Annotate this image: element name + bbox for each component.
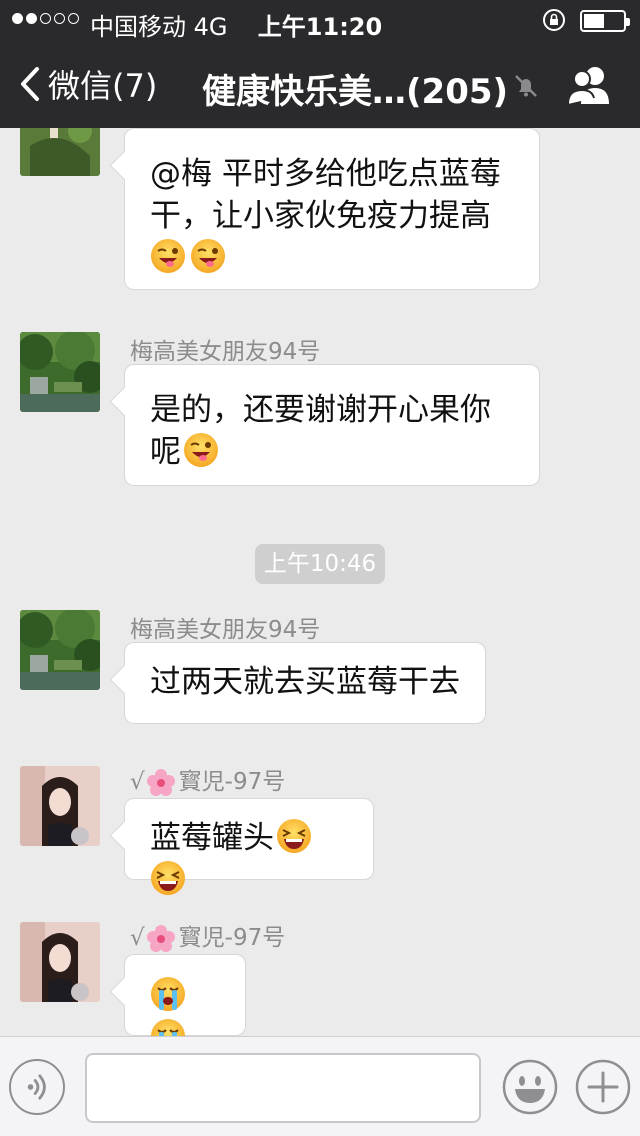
message-text-line: 过两天就去买蓝莓干去 xyxy=(150,664,460,700)
sender-name: 梅高美女朋友94号 xyxy=(130,617,321,643)
crying-emoji-icon xyxy=(150,1018,186,1036)
laugh-cry-emoji-icon xyxy=(150,860,186,896)
sender-name: 梅高美女朋友94号 xyxy=(130,339,321,365)
flower-icon xyxy=(145,924,177,954)
rotation-lock-icon xyxy=(543,9,565,31)
message-bubble[interactable]: 是的，还要谢谢开心果你 呢 xyxy=(124,364,540,486)
chevron-left-icon xyxy=(21,67,39,101)
chat-title: 健康快乐美…(205) xyxy=(202,72,509,112)
message-text-line: 干，让小家伙免疫力提高 xyxy=(150,198,491,234)
voice-input-icon[interactable] xyxy=(9,1059,65,1115)
message-list[interactable]: @梅 平时多给他吃点蓝莓 干，让小家伙免疫力提高 梅高美女朋友94号 是的，还要… xyxy=(0,128,640,1036)
header: 中国移动 4G 上午11:20 微信(7) 健康快乐美…(205) xyxy=(0,0,640,128)
avatar[interactable] xyxy=(20,922,100,1002)
avatar[interactable] xyxy=(20,332,100,412)
avatar[interactable] xyxy=(20,128,100,176)
input-bar xyxy=(0,1036,640,1136)
avatar[interactable] xyxy=(20,610,100,690)
more-options-icon[interactable] xyxy=(575,1059,631,1115)
message-bubble[interactable]: 过两天就去买蓝莓干去 xyxy=(124,642,486,724)
avatar[interactable] xyxy=(20,766,100,846)
message-bubble[interactable]: @梅 平时多给他吃点蓝莓 干，让小家伙免疫力提高 xyxy=(124,128,540,290)
grin-wink-emoji-icon xyxy=(190,238,226,274)
back-button[interactable]: 微信(7) xyxy=(18,62,157,106)
grin-wink-emoji-icon xyxy=(150,238,186,274)
grin-wink-emoji-icon xyxy=(183,432,219,468)
message-bubble[interactable]: 蓝莓罐头 xyxy=(124,798,374,880)
message-bubble[interactable] xyxy=(124,954,246,1036)
timestamp-label: 上午10:46 xyxy=(255,544,385,584)
mute-bell-icon xyxy=(515,75,537,97)
message-text-line: 是的，还要谢谢开心果你 xyxy=(150,392,491,428)
crying-emoji-icon xyxy=(150,976,186,1012)
flower-icon xyxy=(145,768,177,798)
sender-name: √ 寳児-97号 xyxy=(130,762,285,798)
back-label: 微信(7) xyxy=(48,67,158,105)
battery-icon xyxy=(580,10,630,32)
status-bar: 中国移动 4G 上午11:20 xyxy=(0,0,640,41)
laugh-cry-emoji-icon xyxy=(276,818,312,854)
message-text-line: 蓝莓罐头 xyxy=(150,820,274,856)
emoji-picker-icon[interactable] xyxy=(502,1059,558,1115)
group-members-icon[interactable] xyxy=(565,62,613,106)
sender-name: √ 寳児-97号 xyxy=(130,918,285,954)
message-text-line: 呢 xyxy=(150,434,181,470)
message-input[interactable] xyxy=(85,1053,481,1123)
message-text-line: @梅 平时多给他吃点蓝莓 xyxy=(150,156,501,192)
nav-bar: 微信(7) 健康快乐美…(205) xyxy=(0,40,640,128)
